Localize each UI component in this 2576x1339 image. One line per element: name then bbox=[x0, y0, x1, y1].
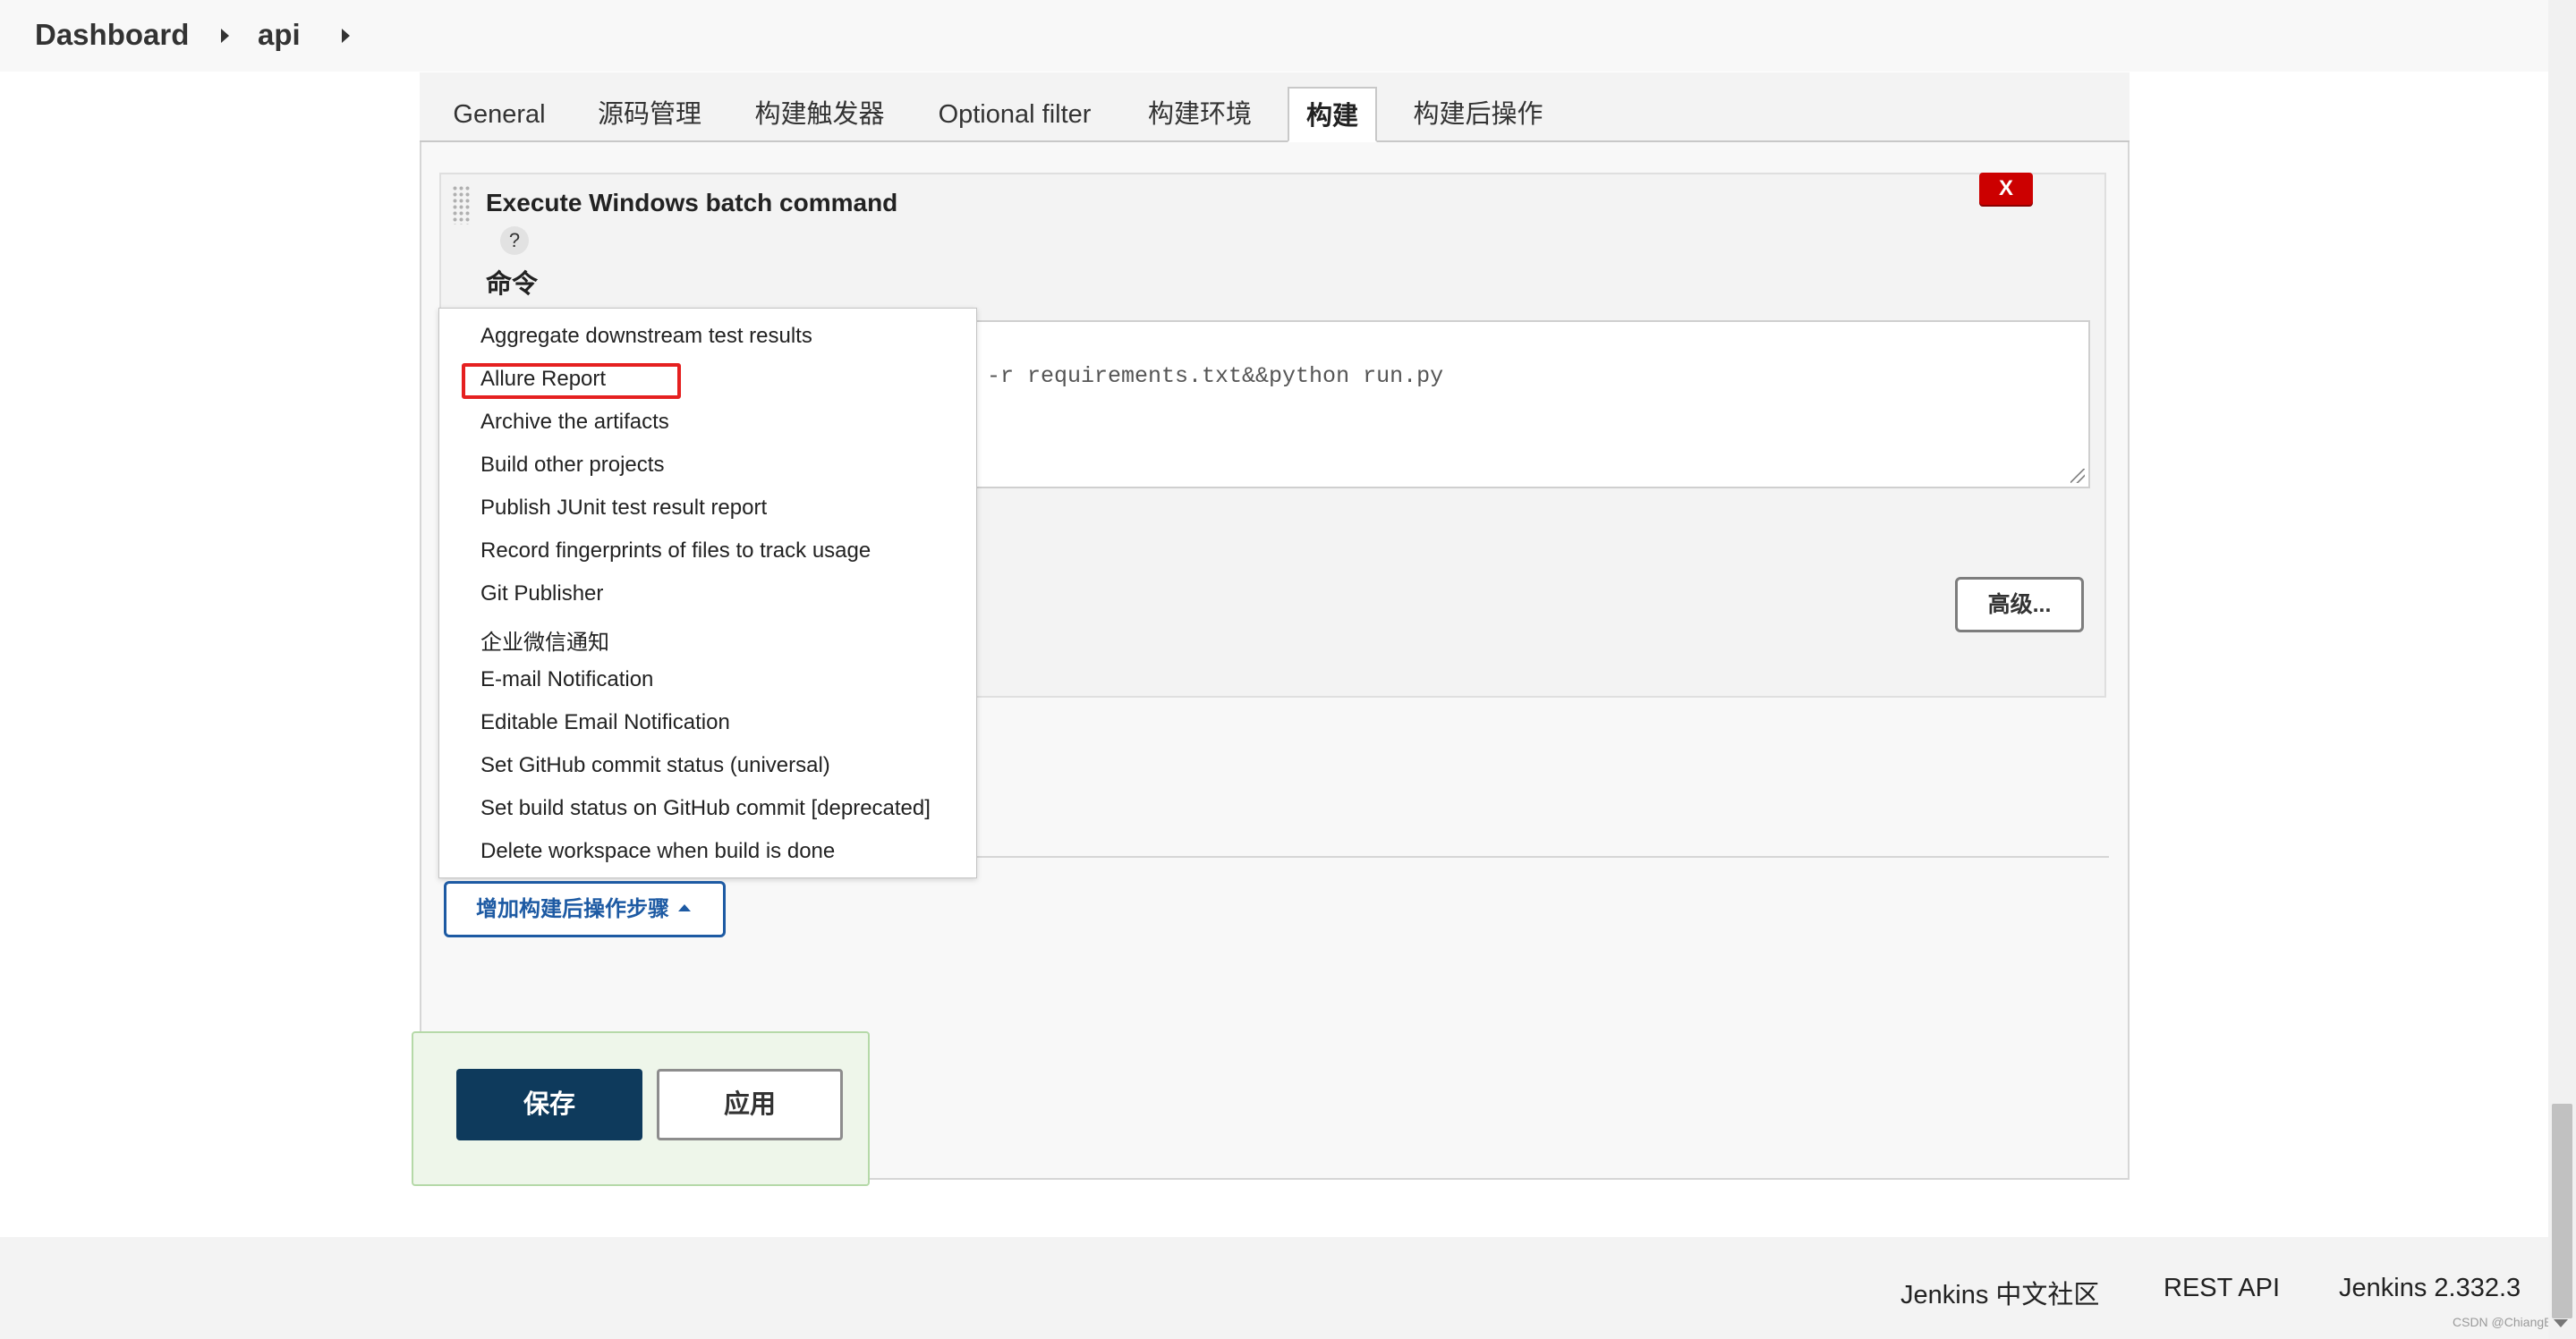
footer-community-link[interactable]: Jenkins 中文社区 bbox=[1900, 1274, 2099, 1311]
tab-optional-filter[interactable]: Optional filter bbox=[925, 87, 1104, 142]
menu-item-publish-junit[interactable]: Publish JUnit test result report bbox=[480, 496, 767, 521]
advanced-button[interactable]: 高级... bbox=[1955, 577, 2084, 632]
menu-item-archive-artifacts[interactable]: Archive the artifacts bbox=[480, 410, 669, 435]
tab-build-triggers[interactable]: 构建触发器 bbox=[744, 87, 895, 142]
apply-button[interactable]: 应用 bbox=[657, 1069, 843, 1140]
add-post-build-step-button[interactable]: 增加构建后操作步骤 bbox=[444, 881, 726, 937]
tab-post-build[interactable]: 构建后操作 bbox=[1402, 87, 1554, 142]
command-text: -r requirements.txt&&python run.py bbox=[987, 363, 1444, 389]
footer-version-link[interactable]: Jenkins 2.332.3 bbox=[2339, 1274, 2521, 1303]
chevron-right-icon[interactable] bbox=[342, 29, 350, 43]
highlight-box bbox=[462, 363, 681, 399]
build-step-title: Execute Windows batch command bbox=[486, 189, 898, 216]
menu-item-aggregate-test-results[interactable]: Aggregate downstream test results bbox=[480, 324, 812, 349]
drag-handle-icon[interactable] bbox=[452, 185, 472, 225]
delete-step-button[interactable]: X bbox=[1979, 173, 2033, 205]
chevron-right-icon[interactable] bbox=[221, 29, 229, 43]
menu-item-build-other-projects[interactable]: Build other projects bbox=[480, 453, 664, 478]
resize-grip-icon[interactable] bbox=[2070, 469, 2085, 483]
breadcrumb-dashboard[interactable]: Dashboard bbox=[35, 18, 189, 52]
menu-item-wechat-notification[interactable]: 企业微信通知 bbox=[480, 624, 609, 656]
footer-rest-api-link[interactable]: REST API bbox=[2164, 1274, 2280, 1303]
tab-build[interactable]: 构建 bbox=[1288, 87, 1377, 142]
command-label: 命令 bbox=[486, 270, 539, 299]
tab-source-code[interactable]: 源码管理 bbox=[586, 87, 713, 142]
menu-item-editable-email[interactable]: Editable Email Notification bbox=[480, 710, 730, 735]
menu-item-git-publisher[interactable]: Git Publisher bbox=[480, 581, 603, 606]
tab-build-environment[interactable]: 构建环境 bbox=[1136, 87, 1263, 142]
add-post-build-step-label: 增加构建后操作步骤 bbox=[476, 897, 669, 921]
save-button[interactable]: 保存 bbox=[456, 1069, 642, 1140]
menu-item-github-build-status-deprecated[interactable]: Set build status on GitHub commit [depre… bbox=[480, 796, 931, 821]
scroll-down-arrow-icon[interactable] bbox=[2554, 1319, 2568, 1327]
help-icon[interactable]: ? bbox=[500, 226, 529, 255]
menu-item-delete-workspace[interactable]: Delete workspace when build is done bbox=[480, 839, 835, 864]
command-textarea[interactable] bbox=[972, 320, 2090, 488]
menu-item-record-fingerprints[interactable]: Record fingerprints of files to track us… bbox=[480, 538, 871, 564]
menu-item-github-commit-status[interactable]: Set GitHub commit status (universal) bbox=[480, 753, 830, 778]
scrollbar-thumb[interactable] bbox=[2552, 1104, 2572, 1318]
breadcrumb bbox=[0, 0, 2548, 72]
breadcrumb-api[interactable]: api bbox=[258, 18, 301, 52]
tab-general[interactable]: General bbox=[444, 87, 555, 142]
menu-item-email-notification[interactable]: E-mail Notification bbox=[480, 667, 653, 692]
caret-up-icon bbox=[678, 903, 691, 911]
watermark: CSDN @ChiangBa bbox=[2453, 1315, 2560, 1329]
